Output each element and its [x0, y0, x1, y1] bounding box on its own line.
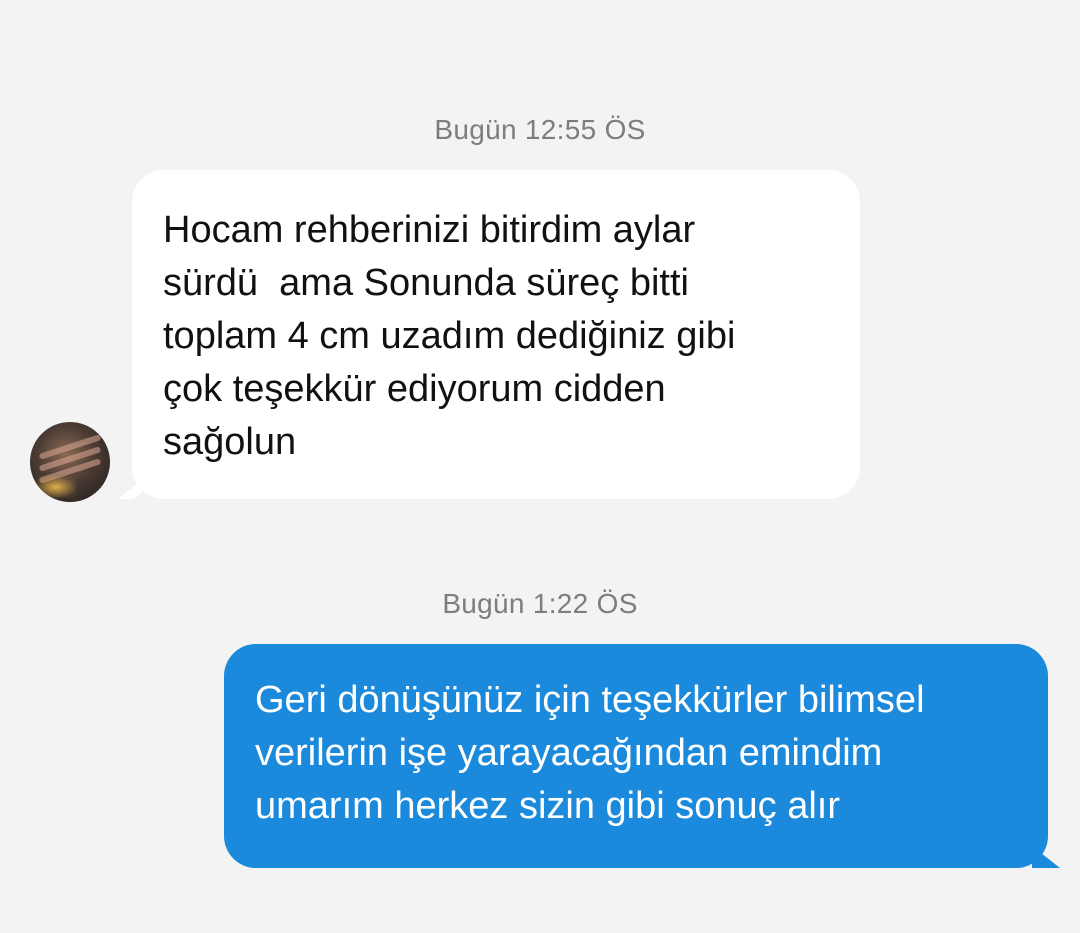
message-text-line: sürdü ama Sonunda süreç bitti [163, 262, 689, 304]
message-text-line: çok teşekkür ediyorum cidden [163, 368, 666, 410]
message-text-line: toplam 4 cm uzadım dediğiniz gibi [163, 315, 736, 357]
incoming-message-bubble[interactable]: Hocam rehberinizi bitirdim aylar sürdü a… [132, 170, 860, 499]
message-text-line: verilerin işe yarayacağından emindim [255, 732, 883, 774]
contact-avatar[interactable] [30, 422, 110, 502]
message-text-line: Hocam rehberinizi bitirdim aylar [163, 209, 696, 251]
message-text-line: umarım herkez sizin gibi sonuç alır [255, 785, 840, 827]
outgoing-message-bubble[interactable]: Geri dönüşünüz için teşekkürler bilimsel… [224, 644, 1048, 868]
message-timestamp: Bugün 12:55 ÖS [434, 114, 646, 145]
message-text-line: sağolun [163, 421, 297, 463]
avatar-photo-detail [36, 476, 76, 498]
message-text-line: Geri dönüşünüz için teşekkürler bilimsel [255, 679, 925, 721]
message-timestamp: Bugün 1:22 ÖS [442, 588, 638, 619]
